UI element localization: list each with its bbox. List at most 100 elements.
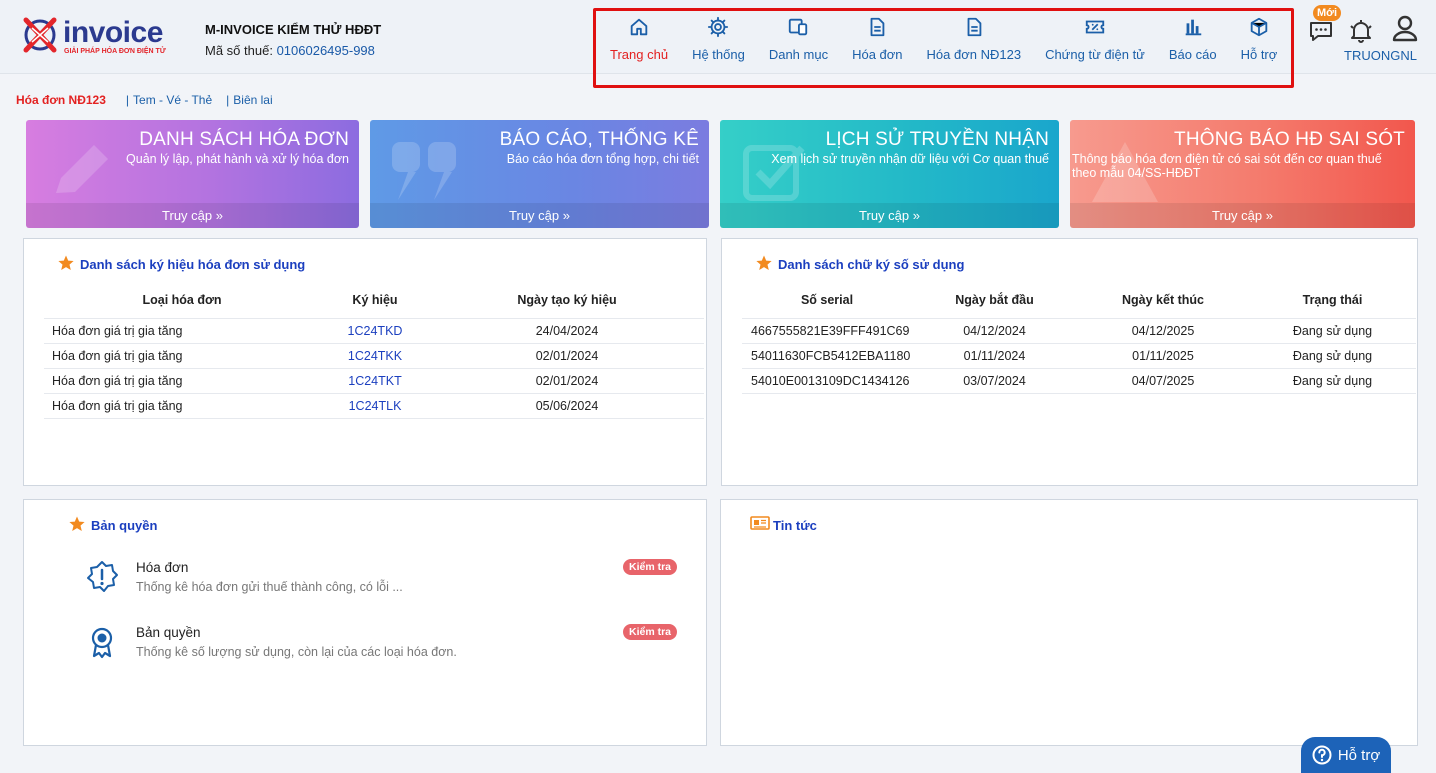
cell-status: Đang sử dụng <box>1249 317 1416 343</box>
cell-symbol[interactable]: 1C24TLK <box>320 392 430 419</box>
card-desc: Thông báo hóa đơn điện tử có sai sót đến… <box>1072 152 1382 180</box>
cell-status: Đang sử dụng <box>1249 342 1416 368</box>
cell-type: Hóa đơn giá trị gia tăng <box>44 392 320 419</box>
bell-icon[interactable] <box>1348 18 1374 44</box>
panel-title: Danh sách chữ ký số sử dụng <box>778 257 965 272</box>
cell-symbol[interactable]: 1C24TKK <box>320 342 430 368</box>
col-header: Loại hóa đơn <box>142 292 222 307</box>
cell-symbol[interactable]: 1C24TKT <box>320 367 430 393</box>
nav-item-label: Hệ thống <box>692 47 745 62</box>
nav-item-home[interactable]: Trang chủ <box>598 12 680 72</box>
license-item-title: Bản quyền <box>136 625 201 640</box>
tab-separator: | <box>125 93 130 107</box>
card-title: DANH SÁCH HÓA ĐƠN <box>139 129 349 150</box>
col-header: Trạng thái <box>1302 292 1363 307</box>
username[interactable]: TRUONGNL <box>1344 48 1417 63</box>
logo-tagline: GIẢI PHÁP HÓA ĐƠN ĐIỆN TỬ <box>64 48 166 55</box>
ticket-icon <box>1085 20 1105 34</box>
cell-start: 03/07/2024 <box>912 367 1077 394</box>
check-button[interactable]: Kiểm tra <box>623 624 678 640</box>
star-icon <box>58 255 74 270</box>
bar-chart-icon <box>1185 19 1201 36</box>
symbols-panel: Danh sách ký hiệu hóa đơn sử dụng Loại h… <box>23 238 707 486</box>
cell-type: Hóa đơn giá trị gia tăng <box>44 317 320 343</box>
license-panel: Bản quyền Hóa đơn Thống kê hóa đơn gửi t… <box>23 499 707 746</box>
nav-item-invoice[interactable]: Hóa đơn <box>840 12 914 72</box>
table-row[interactable]: 4667555821E39FFF491C69 04/12/2024 04/12/… <box>742 317 1416 343</box>
table-header-row: Số serial Ngày bắt đầu Ngày kết thúc Trạ… <box>742 282 1416 318</box>
subtab-label: Biên lai <box>233 93 273 107</box>
cell-status: Đang sử dụng <box>1249 367 1416 394</box>
panel-title: Bản quyền <box>91 518 158 533</box>
nav-item-catalog[interactable]: Danh mục <box>757 12 840 72</box>
nav-item-reports[interactable]: Báo cáo <box>1157 12 1229 72</box>
cell-serial: 4667555821E39FFF491C69 <box>742 317 912 343</box>
subtab-nd123[interactable]: Hóa đơn NĐ123 <box>16 93 106 107</box>
card-desc: Quản lý lập, phát hành và xử lý hóa đơn <box>126 152 349 166</box>
symbols-table: Loại hóa đơn Ký hiệu Ngày tạo ký hiệu Hó… <box>44 282 704 419</box>
col-header: Ngày kết thúc <box>1122 292 1204 307</box>
table-row[interactable]: 54010E0013109DC1434126 03/07/2024 04/07/… <box>742 367 1416 394</box>
subtab-bien-lai[interactable]: | Biên lai <box>226 93 272 107</box>
alert-badge-icon <box>87 561 118 592</box>
nav-item-system[interactable]: Hệ thống <box>680 12 757 72</box>
table-row[interactable]: 54011630FCB5412EBA1180 01/11/2024 01/11/… <box>742 342 1416 368</box>
cell-serial: 54011630FCB5412EBA1180 <box>742 342 912 368</box>
cell-type: Hóa đơn giá trị gia tăng <box>44 367 320 393</box>
minvoice-logo[interactable]: invoice GIẢI PHÁP HÓA ĐƠN ĐIỆN TỬ <box>18 14 183 58</box>
nav-item-label: Danh mục <box>768 47 829 62</box>
nav-item-support[interactable]: Hỗ trợ <box>1229 12 1290 72</box>
card-title: BÁO CÁO, THỐNG KÊ <box>499 129 699 150</box>
table-row[interactable]: Hóa đơn giá trị gia tăng 1C24TKD 24/04/2… <box>44 317 704 343</box>
table-header-row: Loại hóa đơn Ký hiệu Ngày tạo ký hiệu <box>44 282 704 318</box>
check-button[interactable]: Kiểm tra <box>623 559 678 575</box>
user-icon[interactable] <box>1390 13 1420 43</box>
news-panel: Tin tức <box>720 499 1418 746</box>
subtab-label: Tem - Vé - Thẻ <box>133 93 213 107</box>
cell-date: 02/01/2024 <box>430 342 704 368</box>
license-item-title: Hóa đơn <box>136 560 189 575</box>
subtab-tem-ve-the[interactable]: | Tem - Vé - Thẻ <box>126 93 212 107</box>
table-row[interactable]: Hóa đơn giá trị gia tăng 1C24TKK 02/01/2… <box>44 342 704 368</box>
card-access-link[interactable]: Truy cập » <box>720 203 1059 228</box>
table-row[interactable]: Hóa đơn giá trị gia tăng 1C24TLK 05/06/2… <box>44 392 704 419</box>
nav-item-label: Báo cáo <box>1168 47 1217 62</box>
tab-separator: | <box>226 93 230 107</box>
card-error-notice[interactable]: THÔNG BÁO HĐ SAI SÓT Thông báo hóa đơn đ… <box>1070 120 1415 228</box>
box-icon <box>1250 17 1268 37</box>
nav-item-invoice-nd123[interactable]: Hóa đơn NĐ123 <box>915 12 1034 72</box>
card-access-link[interactable]: Truy cập » <box>26 203 359 228</box>
card-transmission-history[interactable]: LỊCH SỬ TRUYỀN NHẬN Xem lịch sử truyền n… <box>720 120 1059 228</box>
cell-start: 04/12/2024 <box>912 317 1077 343</box>
nav-item-label: Hỗ trợ <box>1240 47 1278 62</box>
tax-value: 0106026495-998 <box>276 43 375 58</box>
document-icon <box>967 17 982 37</box>
nav-item-label: Trang chủ <box>610 47 669 62</box>
card-invoice-list[interactable]: DANH SÁCH HÓA ĐƠN Quản lý lập, phát hành… <box>26 120 359 228</box>
cell-serial: 54010E0013109DC1434126 <box>742 367 912 394</box>
star-icon <box>69 516 85 531</box>
cell-end: 01/11/2025 <box>1077 342 1249 368</box>
card-access-link[interactable]: Truy cập » <box>1070 203 1415 228</box>
license-item-invoice: Hóa đơn Thống kê hóa đơn gửi thuế thành … <box>85 560 685 600</box>
col-header: Số serial <box>800 292 854 307</box>
gear-icon <box>708 16 729 38</box>
cell-symbol[interactable]: 1C24TKD <box>320 317 430 343</box>
company-name: M-INVOICE KIỂM THỬ HĐĐT <box>205 22 382 37</box>
newspaper-icon <box>750 516 770 530</box>
chat-icon[interactable] <box>1308 18 1334 44</box>
panel-title: Danh sách ký hiệu hóa đơn sử dụng <box>80 257 306 272</box>
table-row[interactable]: Hóa đơn giá trị gia tăng 1C24TKT 02/01/2… <box>44 367 704 393</box>
cell-start: 01/11/2024 <box>912 342 1077 368</box>
card-access-link[interactable]: Truy cập » <box>370 203 709 228</box>
card-reports[interactable]: BÁO CÁO, THỐNG KÊ Báo cáo hóa đơn tổng h… <box>370 120 709 228</box>
document-icon <box>870 17 885 37</box>
license-item-copyright: Bản quyền Thống kê số lượng sử dụng, còn… <box>85 625 685 665</box>
cell-end: 04/12/2025 <box>1077 317 1249 343</box>
nav-item-e-documents[interactable]: Chứng từ điện tử <box>1033 12 1157 72</box>
help-button[interactable]: Hỗ trợ <box>1301 737 1391 773</box>
question-icon <box>1312 745 1332 765</box>
license-item-desc: Thống kê số lượng sử dụng, còn lại của c… <box>136 645 457 659</box>
cell-date: 24/04/2024 <box>430 317 704 343</box>
help-button-label: Hỗ trợ <box>1337 746 1381 764</box>
